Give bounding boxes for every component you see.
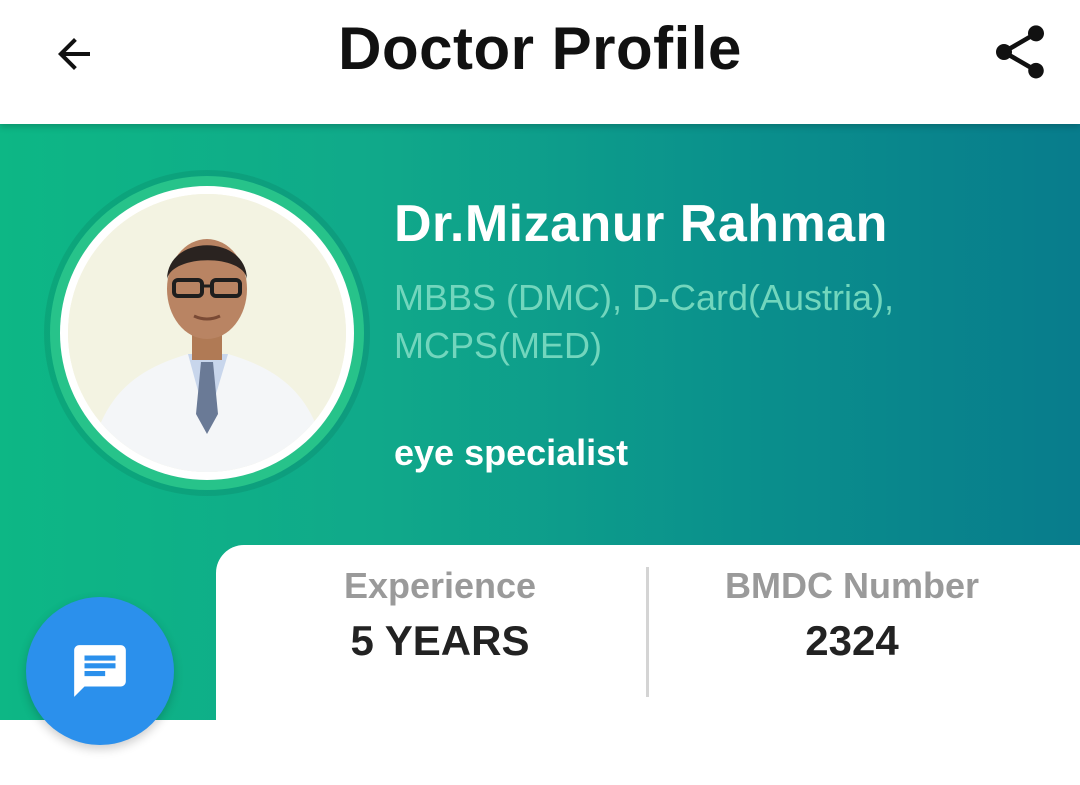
share-icon: [996, 25, 1044, 79]
experience-label: Experience: [343, 565, 537, 606]
chat-button[interactable]: [26, 597, 174, 745]
bmdc-stat: BMDC Number 2324: [636, 565, 1068, 665]
doctor-header-panel: Dr.Mizanur Rahman MBBS (DMC), D-Card(Aus…: [0, 124, 1080, 785]
page-title: Doctor Profile: [338, 15, 742, 82]
doctor-specialty: eye specialist: [394, 432, 629, 473]
experience-stat: Experience 5 YEARS: [224, 565, 656, 665]
bmdc-label: BMDC Number: [724, 565, 979, 606]
doctor-avatar: [68, 194, 346, 472]
doctor-photo: [68, 194, 346, 472]
app-bar: Doctor Profile: [0, 0, 1080, 124]
avatar-ring: [50, 176, 364, 490]
chat-message-icon: [74, 645, 126, 697]
bmdc-value: 2324: [805, 617, 899, 664]
experience-value: 5 YEARS: [350, 617, 530, 664]
share-button[interactable]: [984, 16, 1056, 88]
doctor-name: Dr.Mizanur Rahman: [394, 195, 888, 253]
stats-card: Experience 5 YEARS BMDC Number 2324: [216, 545, 1080, 785]
doctor-degrees: MBBS (DMC), D-Card(Austria), MCPS(MED): [394, 277, 895, 366]
